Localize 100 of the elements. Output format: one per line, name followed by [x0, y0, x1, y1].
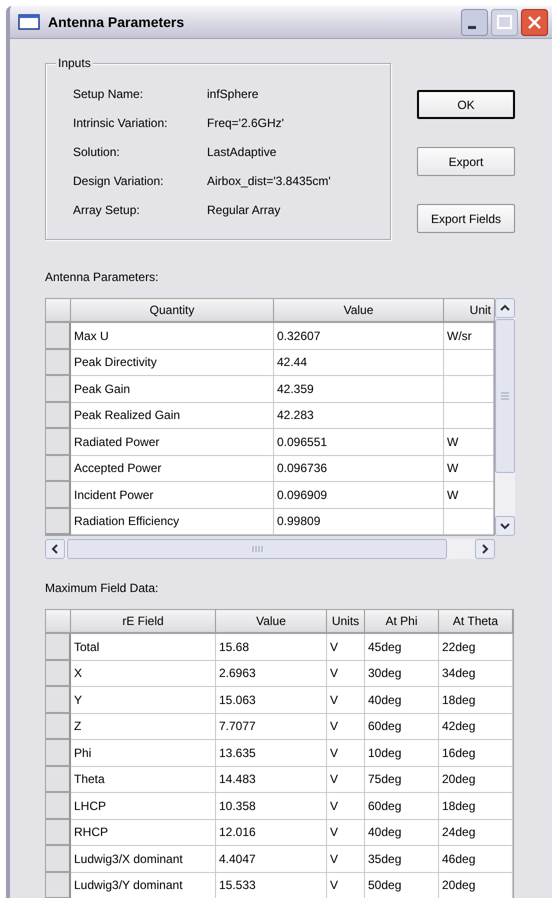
table-cell: 2.6963	[216, 660, 327, 687]
row-header[interactable]	[46, 766, 71, 793]
export-button[interactable]: Export	[417, 147, 515, 176]
table-cell: V	[327, 660, 365, 687]
table-cell: 10.358	[216, 793, 327, 820]
table-cell: 4.4047	[216, 846, 327, 872]
table-cell: V	[327, 820, 365, 846]
table-cell: 40deg	[365, 820, 439, 846]
corner-header	[46, 299, 71, 323]
row-header[interactable]	[46, 482, 71, 508]
table-cell: Y	[71, 687, 216, 714]
row-header[interactable]	[46, 687, 71, 714]
row-header[interactable]	[46, 402, 71, 429]
table-cell: Total	[71, 634, 216, 660]
row-header[interactable]	[46, 714, 71, 740]
field-label: Setup Name:	[73, 87, 144, 101]
table-cell: LHCP	[71, 793, 216, 820]
row-header[interactable]	[46, 376, 71, 402]
table-cell: W	[444, 482, 494, 508]
scrollbar-thumb[interactable]	[495, 319, 515, 473]
scroll-up-button[interactable]	[495, 298, 515, 318]
table-cell: 13.635	[216, 740, 327, 766]
column-header[interactable]: Value	[274, 299, 444, 323]
table-cell: Peak Realized Gain	[71, 402, 274, 429]
table-cell: V	[327, 714, 365, 740]
row-header[interactable]	[46, 350, 71, 376]
table-cell: 50deg	[365, 872, 439, 898]
ok-button[interactable]: OK	[417, 90, 515, 119]
column-header[interactable]: Units	[327, 610, 365, 634]
export-button[interactable]: Export Fields	[417, 204, 515, 233]
table-cell: X	[71, 660, 216, 687]
table-cell: 75deg	[365, 766, 439, 793]
table-cell: 18deg	[439, 687, 513, 714]
column-header[interactable]: At Phi	[365, 610, 439, 634]
table-cell: 0.096736	[274, 456, 444, 482]
scrollbar-thumb[interactable]	[67, 539, 447, 559]
scroll-right-button[interactable]	[475, 539, 495, 559]
scroll-down-button[interactable]	[495, 516, 515, 536]
scroll-left-button[interactable]	[45, 539, 65, 559]
field-value: infSphere	[207, 87, 260, 101]
table-cell: 7.7077	[216, 714, 327, 740]
field-value: Airbox_dist='3.8435cm'	[207, 174, 332, 188]
table-cell: 20deg	[439, 872, 513, 898]
table-cell: 0.096551	[274, 429, 444, 456]
table-cell: V	[327, 846, 365, 872]
field-value: Freq='2.6GHz'	[207, 116, 285, 130]
table-cell: 15.68	[216, 634, 327, 660]
table-cell: 12.016	[216, 820, 327, 846]
close-button[interactable]	[521, 8, 548, 36]
field-label: Array Setup:	[73, 203, 141, 217]
table-cell: 20deg	[439, 766, 513, 793]
table-cell: V	[327, 793, 365, 820]
minimize-button[interactable]	[461, 8, 488, 36]
table-cell: 42.359	[274, 376, 444, 402]
table-cell: V	[327, 872, 365, 898]
row-header[interactable]	[46, 456, 71, 482]
table-cell: 14.483	[216, 766, 327, 793]
table-cell: Radiated Power	[71, 429, 274, 456]
table-cell: 16deg	[439, 740, 513, 766]
field-label: Solution:	[73, 145, 121, 159]
column-header[interactable]: Quantity	[71, 299, 274, 323]
row-header[interactable]	[46, 634, 71, 660]
table-cell	[444, 350, 494, 376]
table-cell: 18deg	[439, 793, 513, 820]
column-header[interactable]: Value	[216, 610, 327, 634]
table-caption: Antenna Parameters:	[45, 270, 160, 284]
row-header[interactable]	[46, 846, 71, 872]
table-cell: 60deg	[365, 714, 439, 740]
column-header[interactable]: At Theta	[439, 610, 513, 634]
row-header[interactable]	[46, 740, 71, 766]
table-cell: 34deg	[439, 660, 513, 687]
corner-header	[46, 610, 71, 634]
table-cell: 10deg	[365, 740, 439, 766]
row-header[interactable]	[46, 429, 71, 456]
table-cell: 0.32607	[274, 323, 444, 350]
table-cell: V	[327, 740, 365, 766]
table-cell	[444, 376, 494, 402]
column-header[interactable]: Unit	[444, 299, 494, 323]
table-cell: Theta	[71, 766, 216, 793]
table-cell: W	[444, 456, 494, 482]
table-cell: 30deg	[365, 660, 439, 687]
table-cell: 15.533	[216, 872, 327, 898]
table-cell: 35deg	[365, 846, 439, 872]
row-header[interactable]	[46, 323, 71, 350]
row-header[interactable]	[46, 872, 71, 898]
group-legend: Inputs	[56, 56, 93, 70]
window-title: Antenna Parameters	[48, 14, 186, 30]
table-cell: Max U	[71, 323, 274, 350]
table-cell: Peak Directivity	[71, 350, 274, 376]
table-cell	[444, 402, 494, 429]
table-cell: 45deg	[365, 634, 439, 660]
column-header[interactable]: rE Field	[71, 610, 216, 634]
row-header[interactable]	[46, 660, 71, 687]
table-caption: Maximum Field Data:	[45, 581, 160, 595]
table-cell: Ludwig3/Y dominant	[71, 872, 216, 898]
table-cell: Phi	[71, 740, 216, 766]
row-header[interactable]	[46, 820, 71, 846]
row-header[interactable]	[46, 793, 71, 820]
table-cell: W/sr	[444, 323, 494, 350]
table-cell: 46deg	[439, 846, 513, 872]
